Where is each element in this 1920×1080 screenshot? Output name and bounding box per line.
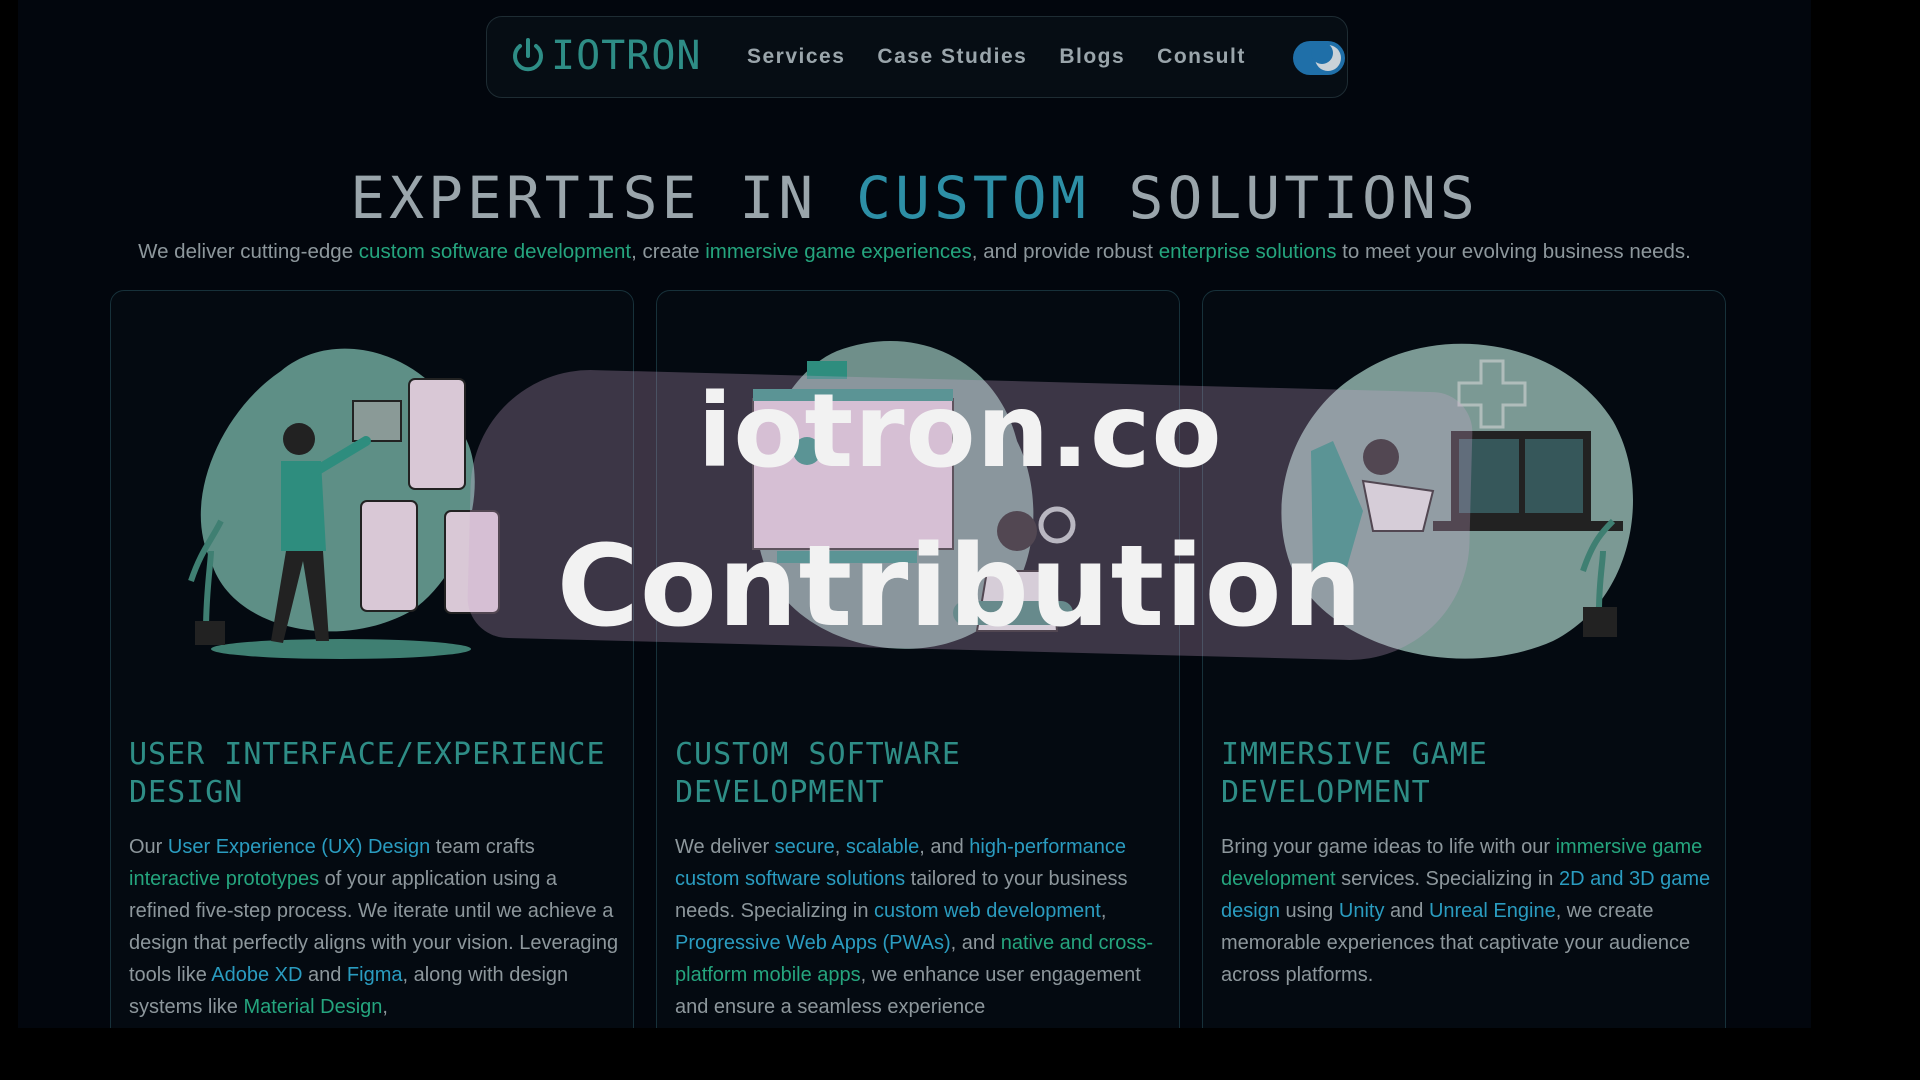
body-text: , [1100,900,1107,922]
nav-links: Services Case Studies Blogs Consult [747,45,1246,69]
body-text: , [382,996,388,1018]
subtitle-text-1: We deliver cutting-edge [138,240,359,263]
title-accent: CUSTOM [856,164,1090,232]
nav-blogs[interactable]: Blogs [1059,45,1125,69]
overlay-title: iotron.co [697,372,1223,491]
subtitle-highlight-2: immersive game experiences [705,240,972,263]
logo[interactable]: IOTRON [509,33,702,79]
moon-icon [1311,42,1341,71]
subtitle-highlight-3: enterprise solutions [1158,240,1337,263]
navbar: IOTRON Services Case Studies Blogs Consu… [486,16,1348,98]
body-text: , and [950,932,1001,954]
body-link[interactable]: Unreal Engine [1429,900,1556,922]
nav-case-studies[interactable]: Case Studies [877,45,1027,69]
logo-text: IOTRON [551,33,702,79]
card-body: We deliver secure, scalable, and high-pe… [675,831,1167,1023]
body-link[interactable]: User Experience (UX) Design [168,836,430,858]
card-title: USER INTERFACE/EXPERIENCE DESIGN [129,737,606,810]
card-title: CUSTOM SOFTWARE DEVELOPMENT [675,737,961,810]
subtitle-text-4: to meet your evolving business needs. [1336,240,1691,263]
subtitle-text-2: , create [631,240,706,263]
body-text: , and [919,836,970,858]
subtitle-highlight-1: custom software development [358,240,632,263]
body-text: using [1279,900,1339,922]
body-link[interactable]: Adobe XD [211,964,302,986]
card-body: Bring your game ideas to life with our i… [1221,831,1713,991]
subtitle-text-3: , and provide robust [971,240,1159,263]
body-text: We deliver [675,836,775,858]
body-text: , [834,836,846,858]
nav-consult[interactable]: Consult [1157,45,1246,69]
body-text: and [302,964,347,986]
title-part-2: SOLUTIONS [1128,164,1479,232]
body-link[interactable]: scalable [846,836,919,858]
body-text: services. Specializing in [1335,868,1559,890]
nav-services[interactable]: Services [747,45,845,69]
card-body: Our User Experience (UX) Design team cra… [129,831,621,1023]
theme-toggle[interactable] [1293,41,1345,75]
body-link[interactable]: interactive prototypes [129,868,319,890]
body-text: Bring your game ideas to life with our [1221,836,1556,858]
body-link[interactable]: Unity [1339,900,1385,922]
body-link[interactable]: custom web development [874,900,1101,922]
body-text: Our [129,836,168,858]
body-link[interactable]: Progressive Web Apps (PWAs) [675,932,951,954]
page-title: EXPERTISE IN CUSTOM SOLUTIONS [18,164,1811,232]
page-subtitle: We deliver cutting-edge custom software … [18,240,1811,264]
body-link[interactable]: Figma [347,964,403,986]
body-link[interactable]: Material Design [243,996,382,1018]
body-link[interactable]: secure [775,836,835,858]
overlay-subtitle: Contribution [556,522,1364,652]
title-part-1: EXPERTISE IN [350,164,818,232]
card-title: IMMERSIVE GAME DEVELOPMENT [1221,737,1488,810]
body-text: team crafts [430,836,535,858]
power-icon [513,38,543,72]
body-text: and [1384,900,1429,922]
